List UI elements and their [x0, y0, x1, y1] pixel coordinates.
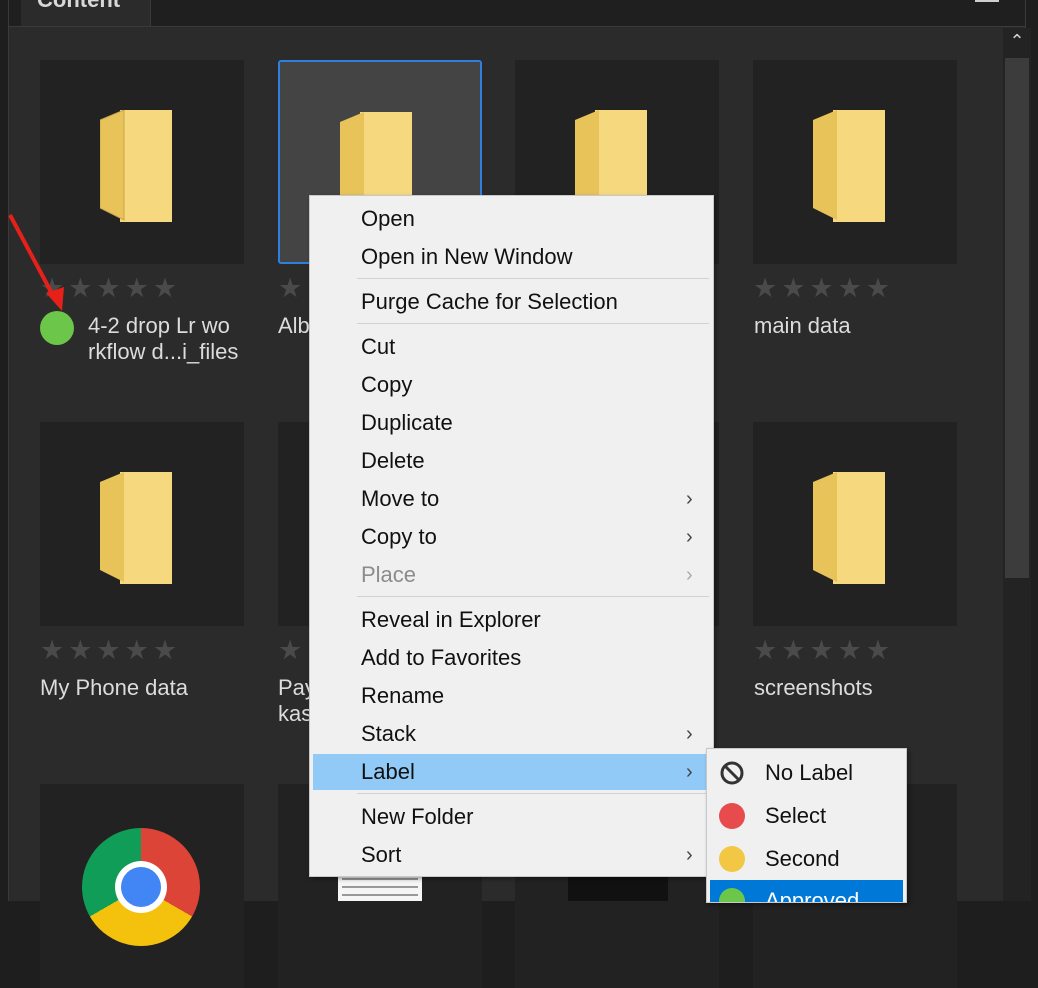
- menu-item-open[interactable]: Open: [310, 201, 713, 237]
- menu-item-new-folder[interactable]: New Folder: [310, 799, 713, 835]
- panel-header: Content: [9, 0, 1025, 27]
- tile-label[interactable]: Alb: [278, 312, 310, 340]
- tile-label[interactable]: screenshots: [754, 674, 873, 702]
- menu-item-purge-cache[interactable]: Purge Cache for Selection: [310, 284, 713, 320]
- tile-label[interactable]: 4-2 drop Lr wo: [88, 312, 230, 340]
- scroll-up-icon[interactable]: ⌃: [1003, 28, 1031, 54]
- scroll-thumb[interactable]: [1005, 58, 1029, 578]
- folder-icon: [100, 110, 172, 222]
- menu-item-stack[interactable]: Stack ›: [310, 716, 713, 752]
- vertical-scrollbar[interactable]: ⌃: [1003, 28, 1031, 901]
- menu-item-cut[interactable]: Cut: [310, 329, 713, 365]
- submenu-arrow-icon: ›: [686, 526, 693, 548]
- menu-item-duplicate[interactable]: Duplicate: [310, 405, 713, 441]
- menu-item-copy[interactable]: Copy: [310, 367, 713, 403]
- menu-item-add-to-favorites[interactable]: Add to Favorites: [310, 640, 713, 676]
- submenu-arrow-icon: ›: [686, 564, 693, 586]
- rating-stars[interactable]: ★★★★★: [40, 637, 181, 664]
- submenu-arrow-icon: ›: [686, 844, 693, 866]
- submenu-arrow-icon: ›: [686, 761, 693, 783]
- submenu-arrow-icon: ›: [686, 723, 693, 745]
- menu-item-label[interactable]: Label ›: [313, 754, 707, 790]
- panel-menu-icon[interactable]: [975, 0, 999, 6]
- screenshot-thumbnail: [568, 874, 668, 901]
- no-label-icon: [720, 761, 744, 785]
- menu-separator: [357, 793, 709, 794]
- menu-item-place: Place ›: [310, 557, 713, 593]
- green-label-dot: [40, 311, 74, 345]
- tile-label[interactable]: rkflow d...i_files: [88, 338, 238, 366]
- folder-icon: [100, 472, 172, 584]
- tile-label[interactable]: main data: [754, 312, 851, 340]
- menu-item-reveal-in-explorer[interactable]: Reveal in Explorer: [310, 602, 713, 638]
- menu-separator: [357, 596, 709, 597]
- folder-icon: [813, 472, 885, 584]
- chrome-logo-icon: [82, 828, 200, 946]
- yellow-label-icon: [719, 846, 745, 872]
- menu-item-delete[interactable]: Delete: [310, 443, 713, 479]
- thumbnail-tile[interactable]: [753, 60, 957, 264]
- context-menu: Open Open in New Window Purge Cache for …: [309, 195, 714, 877]
- tile-label[interactable]: kas: [278, 700, 312, 728]
- label-option-approved[interactable]: Approved: [710, 880, 903, 902]
- label-option-select[interactable]: Select: [707, 795, 906, 837]
- menu-item-open-new-window[interactable]: Open in New Window: [310, 239, 713, 275]
- tile-label[interactable]: My Phone data: [40, 674, 188, 702]
- menu-item-copy-to[interactable]: Copy to ›: [310, 519, 713, 555]
- label-option-no-label[interactable]: No Label: [707, 752, 906, 794]
- menu-item-rename[interactable]: Rename: [310, 678, 713, 714]
- menu-item-sort[interactable]: Sort ›: [310, 837, 713, 873]
- label-option-second[interactable]: Second: [707, 838, 906, 880]
- rating-stars[interactable]: ★★★★★: [278, 638, 308, 662]
- thumbnail-tile[interactable]: [753, 422, 957, 626]
- folder-icon: [813, 110, 885, 222]
- menu-separator: [357, 278, 709, 279]
- rating-stars[interactable]: ★★★★★: [278, 276, 308, 300]
- menu-separator: [357, 323, 709, 324]
- red-arrow-annotation: [8, 214, 64, 311]
- submenu-arrow-icon: ›: [686, 488, 693, 510]
- red-label-icon: [719, 803, 745, 829]
- thumbnail-tile[interactable]: [40, 422, 244, 626]
- rating-stars[interactable]: ★★★★★: [753, 637, 894, 664]
- label-submenu: No Label Select Second Approved: [706, 748, 907, 903]
- tab-content[interactable]: Content: [21, 0, 151, 26]
- menu-item-move-to[interactable]: Move to ›: [310, 481, 713, 517]
- rating-stars[interactable]: ★★★★★: [753, 275, 894, 302]
